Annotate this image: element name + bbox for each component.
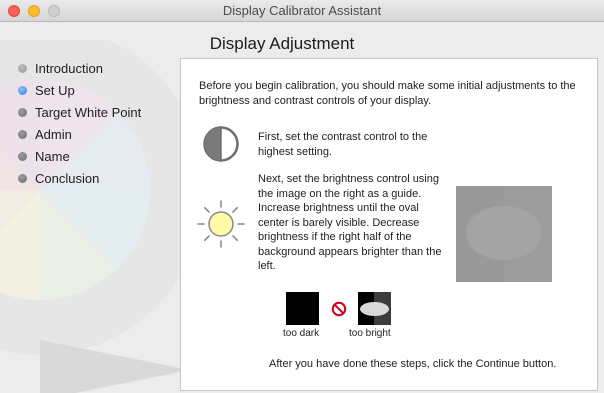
brightness-sun-icon <box>197 200 245 248</box>
sidebar-step-conclusion: Conclusion <box>18 168 188 190</box>
step-done-dot <box>18 64 27 73</box>
sidebar-step-target-white-point: Target White Point <box>18 102 188 124</box>
step-label: Name <box>35 149 70 164</box>
sidebar-step-introduction: Introduction <box>18 58 188 80</box>
contrast-instruction: First, set the contrast control to the h… <box>258 131 428 158</box>
brightness-test-image <box>456 186 552 282</box>
step-pending-dot <box>18 108 27 117</box>
continue-instruction: After you have done these steps, click t… <box>269 358 557 370</box>
step-current-dot <box>18 86 27 95</box>
sample-oval <box>360 302 389 316</box>
calibrator-window: Display Calibrator Assistant Introductio… <box>0 0 604 393</box>
sidebar-step-set-up: Set Up <box>18 80 188 102</box>
sidebar-step-admin: Admin <box>18 124 188 146</box>
step-label: Set Up <box>35 83 75 98</box>
step-label: Conclusion <box>35 171 100 186</box>
too-dark-caption: too dark <box>283 328 320 339</box>
title-bar[interactable]: Display Calibrator Assistant <box>0 0 604 22</box>
content-panel: Before you begin calibration, you should… <box>180 58 598 391</box>
test-image-oval <box>466 206 542 260</box>
too-bright-sample <box>358 292 391 325</box>
sidebar-step-name: Name <box>18 146 188 168</box>
step-pending-dot <box>18 130 27 139</box>
step-pending-dot <box>18 152 27 161</box>
steps-sidebar: Introduction Set Up Target White Point A… <box>18 58 188 190</box>
too-bright-caption: too bright <box>349 328 391 339</box>
brightness-instruction: Next, set the brightness control using t… <box>258 173 442 272</box>
step-label: Introduction <box>35 61 103 76</box>
intro-text: Before you begin calibration, you should… <box>199 80 576 107</box>
window-title: Display Calibrator Assistant <box>222 3 382 18</box>
no-sign-icon <box>331 301 347 317</box>
contrast-icon <box>203 126 239 162</box>
step-label: Target White Point <box>35 105 142 120</box>
step-label: Admin <box>35 127 72 142</box>
step-pending-dot <box>18 174 27 183</box>
too-dark-sample <box>286 292 319 325</box>
page-title: Display Adjustment <box>209 34 355 53</box>
